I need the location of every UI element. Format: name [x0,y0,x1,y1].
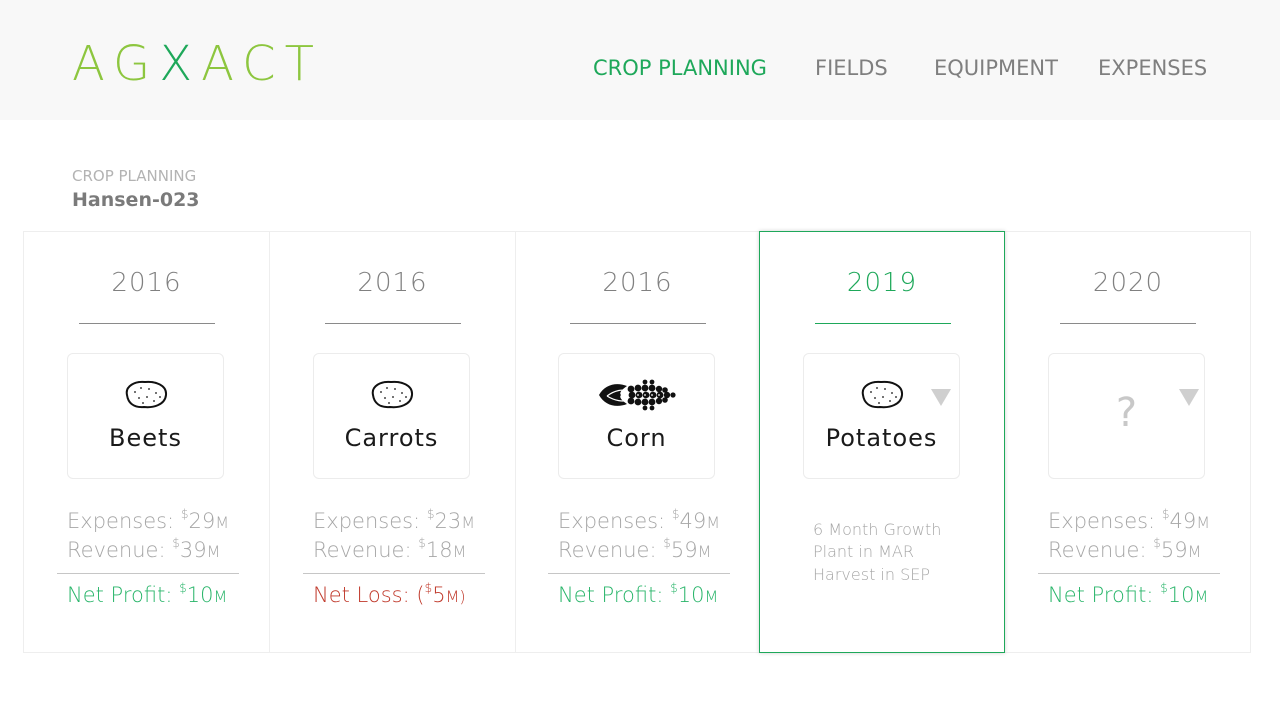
expenses-text: Expenses: $49M [1048,507,1210,533]
year-label: 2020 [1092,268,1164,298]
crop-card-potatoes[interactable]: Potatoes [803,353,960,479]
year-divider [79,323,215,324]
crop-name: Corn [606,424,667,452]
nav-equipment[interactable]: EQUIPMENT [934,54,1058,82]
revenue-text: Revenue: $59M [1048,536,1202,562]
year-divider [325,323,461,324]
financial-divider [548,573,730,574]
nav-fields[interactable]: FIELDS [815,54,888,82]
page-title: Hansen-023 [72,189,200,211]
crop-name: Potatoes [825,424,938,452]
revenue-text: Revenue: $39M [67,536,221,562]
potato-icon [125,380,167,409]
logo-text-act: ACT [201,36,323,92]
logo-text-x: X [159,36,202,92]
crop-column-1: 2016 Beets Expenses: $29M Revenue: $39M … [24,232,270,652]
dropdown-arrow-icon[interactable] [1179,389,1199,406]
crop-rotation-grid: 2016 Beets Expenses: $29M Revenue: $39M … [23,231,1251,653]
nav-crop-planning[interactable]: CROP PLANNING [593,54,767,82]
crop-card-unselected[interactable]: ? [1048,353,1205,479]
nav-expenses[interactable]: EXPENSES [1098,54,1207,82]
potato-icon [371,380,413,409]
agxact-logo[interactable]: AGXACT [72,36,323,92]
net-profit-text: Net Profit: $10M [558,581,719,607]
plant-month-text: Plant in MAR [813,542,914,561]
crop-column-3: 2016 Corn Expenses: $49M Revenue: $59M N… [515,232,761,652]
revenue-text: Revenue: $59M [558,536,712,562]
harvest-month-text: Harvest in SEP [813,565,931,584]
revenue-text: Revenue: $18M [313,536,467,562]
crop-column-5: 2020 ? Expenses: $49M Revenue: $59M Net … [1005,232,1251,652]
breadcrumb[interactable]: CROP PLANNING [72,167,196,185]
growth-duration-text: 6 Month Growth [813,520,942,539]
crop-card-corn[interactable]: Corn [558,353,715,479]
year-divider [815,323,951,324]
corn-icon [598,379,676,411]
financial-divider [1038,573,1220,574]
crop-column-4-selected[interactable]: 2019 Potatoes 6 Month Growth Plant in MA… [759,231,1005,653]
financial-divider [303,573,485,574]
expenses-text: Expenses: $29M [67,507,229,533]
net-profit-text: Net Profit: $10M [67,581,228,607]
expenses-text: Expenses: $23M [313,507,475,533]
dropdown-arrow-icon[interactable] [931,389,951,406]
year-divider [570,323,706,324]
year-label: 2016 [357,268,428,298]
crop-column-2: 2016 Carrots Expenses: $23M Revenue: $18… [270,232,516,652]
net-loss-text: Net Loss: ($5M) [313,581,466,607]
logo-text-ag: AG [72,36,160,92]
year-label: 2016 [602,268,673,298]
financial-divider [57,573,239,574]
expenses-text: Expenses: $49M [558,507,720,533]
crop-name: Beets [109,424,182,452]
crop-name: Carrots [344,424,439,452]
net-profit-text: Net Profit: $10M [1048,581,1209,607]
top-header: AGXACT CROP PLANNING FIELDS EQUIPMENT EX… [0,0,1280,120]
year-label: 2019 [846,268,918,298]
year-divider [1060,323,1196,324]
crop-card-carrots[interactable]: Carrots [313,353,470,479]
potato-icon [861,380,903,409]
crop-card-beets[interactable]: Beets [67,353,224,479]
year-label: 2016 [111,268,182,298]
